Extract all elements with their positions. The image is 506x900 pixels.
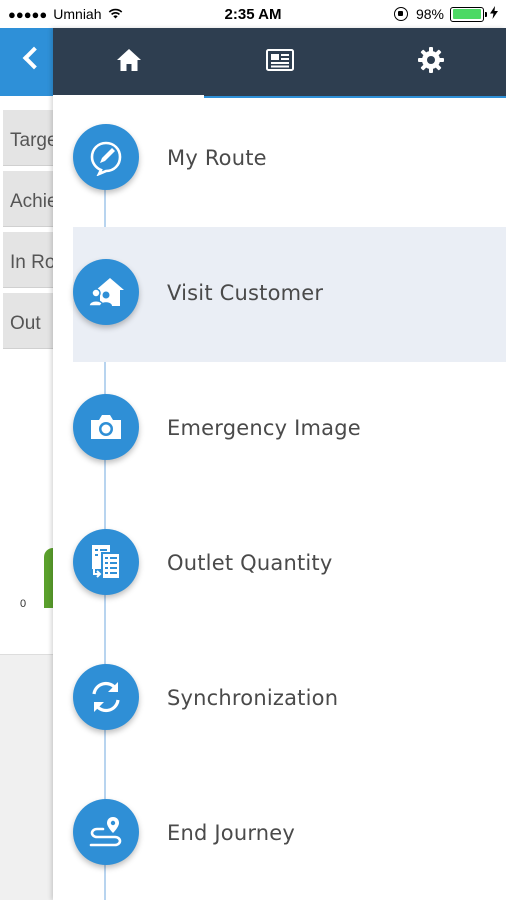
- home-icon: [116, 48, 142, 77]
- status-bar: ●●●●● Umniah 2:35 AM 98%: [0, 0, 506, 28]
- menu-label-outlet-quantity: Outlet Quantity: [167, 551, 333, 575]
- menu-label-visit-customer: Visit Customer: [167, 281, 324, 305]
- drawer-header: [53, 28, 506, 98]
- tab-settings[interactable]: [355, 28, 506, 96]
- menu-item-end-journey[interactable]: End Journey: [73, 767, 506, 900]
- menu-label-my-route: My Route: [167, 146, 267, 170]
- background-tab-target[interactable]: Target: [3, 110, 53, 166]
- menu-item-my-route[interactable]: My Route: [73, 92, 506, 227]
- menu-label-emergency-image: Emergency Image: [167, 416, 361, 440]
- tab-news[interactable]: [204, 28, 355, 96]
- chevron-left-icon: [22, 46, 46, 70]
- menu-label-end-journey: End Journey: [167, 821, 296, 845]
- menu-item-visit-customer[interactable]: Visit Customer: [73, 227, 506, 362]
- gear-icon: [417, 46, 444, 78]
- route-icon: [73, 124, 139, 190]
- status-right: 98%: [393, 6, 498, 22]
- battery-percent: 98%: [415, 6, 444, 22]
- background-chart-zero-label: 0: [20, 598, 27, 610]
- menu-item-outlet-quantity[interactable]: Outlet Quantity: [73, 497, 506, 632]
- background-chart-bar: [44, 548, 53, 608]
- tab-home[interactable]: [53, 28, 204, 98]
- menu-label-synchronization: Synchronization: [167, 686, 339, 710]
- background-tab-out[interactable]: Out: [3, 293, 53, 349]
- battery-fill: [452, 9, 481, 19]
- end-journey-icon: [73, 799, 139, 865]
- camera-icon: [73, 394, 139, 460]
- charging-icon: [490, 6, 498, 22]
- rotation-lock-icon: [393, 7, 408, 21]
- background-content: Target Achieved In Route Out 0: [0, 96, 53, 654]
- visit-customer-icon: [73, 259, 139, 325]
- outlet-quantity-icon: [73, 529, 139, 595]
- menu-item-synchronization[interactable]: Synchronization: [73, 632, 506, 767]
- background-divider: [0, 654, 53, 655]
- menu-item-emergency-image[interactable]: Emergency Image: [73, 362, 506, 497]
- back-button[interactable]: [0, 28, 53, 96]
- news-icon: [265, 48, 294, 76]
- sync-icon: [73, 664, 139, 730]
- background-tab-achieved[interactable]: Achieved: [3, 171, 53, 227]
- battery-icon: [450, 6, 487, 22]
- navigation-drawer: My Route Visit Customer Emergency Image …: [53, 28, 506, 900]
- background-tab-in-route[interactable]: In Route: [3, 232, 53, 288]
